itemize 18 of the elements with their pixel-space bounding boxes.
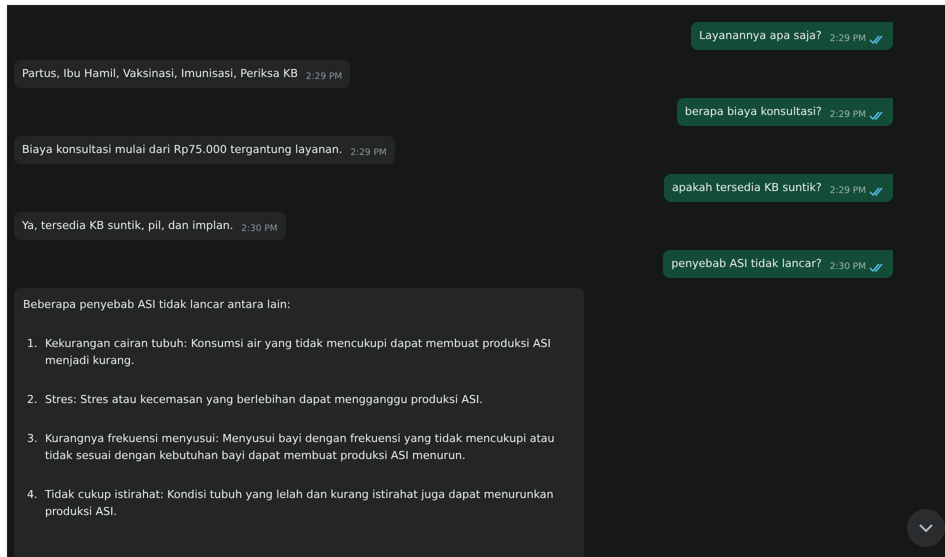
list-item-text: Kekurangan cairan tubuh: Konsumsi air yang tidak mencukupi dapat membuat produksi ASI menjadi kurang.	[45, 336, 552, 369]
list-item-text: Tidak cukup istirahat: Kondisi tubuh yang lelah dan kurang istirahat juga dapat menurunkan produksi ASI.	[45, 487, 554, 520]
received-message: Partus, Ibu Hamil, Vaksinasi, Imunisasi, Periksa KB 2:29 PM	[14, 60, 350, 88]
list-number: 4.	[27, 487, 38, 503]
scroll-down-button[interactable]	[907, 509, 945, 547]
message-text: Beberapa penyebab ASI tidak lancar antara lain:	[23, 297, 292, 313]
list-number: 1.	[27, 336, 38, 352]
sent-message: berapa biaya konsultasi? 2:29 PM	[676, 98, 893, 126]
sent-message: penyebab ASI tidak lancar? 2:30 PM	[663, 250, 893, 278]
list-number: 2.	[27, 392, 38, 408]
sent-message: Layanannya apa saja? 2:29 PM	[691, 22, 893, 50]
received-message: Biaya konsultasi mulai dari Rp75.000 tergantung layanan. 2:29 PM	[14, 136, 395, 164]
chevron-down-icon	[919, 524, 933, 532]
list-item-text: Stres: Stres atau kecemasan yang berlebihan dapat mengganggu produksi ASI.	[45, 392, 484, 408]
sent-message: apakah tersedia KB suntik? 2:29 PM	[664, 174, 893, 202]
received-message: Ya, tersedia KB suntik, pil, dan implan. 2:30 PM	[14, 212, 286, 240]
list-number: 3.	[27, 431, 38, 447]
list-item-text: Kurangnya frekuensi menyusui: Menyusui bayi dengan frekuensi yang tidak mencukupi atau tidak sesuai dengan kebutuhan bayi dapat membuat produksi ASI menurun.	[45, 431, 556, 464]
